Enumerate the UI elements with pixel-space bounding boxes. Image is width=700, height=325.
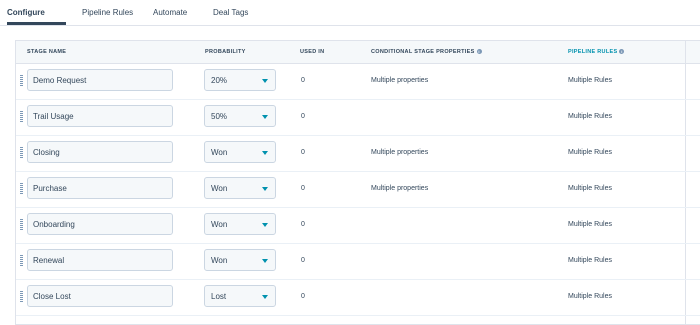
stage-name-input[interactable] [27,213,173,235]
used-in-count: 0 [301,185,305,192]
table-row: Lost 0 Multiple Rules [16,279,700,316]
pipeline-rules-link[interactable]: Multiple Rules [568,149,612,156]
table-row: Won 0 Multiple properties Multiple Rules [16,171,700,208]
pipeline-rules-link[interactable]: Multiple Rules [568,113,612,120]
conditional-properties-link[interactable]: Multiple properties [371,77,428,84]
column-header-used-in[interactable]: USED IN [300,49,324,55]
pipeline-rules-link[interactable]: Multiple Rules [568,185,612,192]
drag-handle-icon[interactable] [20,291,23,303]
table-row: Won 0 Multiple Rules [16,243,700,280]
chevron-down-icon [262,187,268,191]
chevron-down-icon [262,115,268,119]
stage-name-input[interactable] [27,105,173,127]
used-in-count: 0 [301,77,305,84]
probability-select[interactable]: Won [204,213,276,235]
table-row: Won 0 Multiple Rules [16,207,700,244]
drag-handle-icon[interactable] [20,219,23,231]
probability-value: 20% [211,76,228,85]
used-in-count: 0 [301,293,305,300]
probability-value: Won [211,256,228,265]
tab-automate[interactable]: Automate [153,8,187,17]
active-tab-indicator [7,22,66,25]
probability-value: Lost [211,292,227,301]
probability-value: Won [211,220,228,229]
drag-handle-icon[interactable] [20,75,23,87]
drag-handle-icon[interactable] [20,147,23,159]
column-header-conditional-properties[interactable]: CONDITIONAL STAGE PROPERTIES i [371,49,482,55]
probability-select[interactable]: Won [204,177,276,199]
drag-handle-icon[interactable] [20,111,23,123]
column-header-conditional-label: CONDITIONAL STAGE PROPERTIES [371,49,475,55]
used-in-count: 0 [301,149,305,156]
probability-select[interactable]: Won [204,141,276,163]
info-icon[interactable]: i [619,49,625,55]
table-row: 20% 0 Multiple properties Multiple Rules [16,63,700,100]
used-in-count: 0 [301,257,305,264]
probability-select[interactable]: 50% [204,105,276,127]
pipeline-rules-link[interactable]: Multiple Rules [568,257,612,264]
probability-value: Won [211,184,228,193]
tab-bar: Configure Pipeline Rules Automate Deal T… [0,0,700,26]
probability-value: 50% [211,112,228,121]
probability-select[interactable]: Lost [204,285,276,307]
info-icon[interactable]: i [476,49,482,55]
chevron-down-icon [262,223,268,227]
stages-table: STAGE NAME PROBABILITY USED IN CONDITION… [15,40,700,325]
column-header-pipeline-rules[interactable]: PIPELINE RULES i [568,49,625,55]
table-row: 50% 0 Multiple Rules [16,99,700,136]
tab-deal-tags[interactable]: Deal Tags [213,8,248,17]
drag-handle-icon[interactable] [20,183,23,195]
chevron-down-icon [262,295,268,299]
stage-name-input[interactable] [27,141,173,163]
tab-configure[interactable]: Configure [7,8,45,17]
pipeline-rules-link[interactable]: Multiple Rules [568,77,612,84]
used-in-count: 0 [301,113,305,120]
chevron-down-icon [262,259,268,263]
stage-name-input[interactable] [27,69,173,91]
column-header-pipeline-rules-label: PIPELINE RULES [568,49,618,55]
probability-value: Won [211,148,228,157]
used-in-count: 0 [301,221,305,228]
conditional-properties-link[interactable]: Multiple properties [371,185,428,192]
column-header-probability[interactable]: PROBABILITY [205,49,246,55]
stage-name-input[interactable] [27,285,173,307]
stage-name-input[interactable] [27,249,173,271]
table-row: Won 0 Multiple properties Multiple Rules [16,135,700,172]
chevron-down-icon [262,79,268,83]
drag-handle-icon[interactable] [20,255,23,267]
stage-name-input[interactable] [27,177,173,199]
pipeline-rules-link[interactable]: Multiple Rules [568,221,612,228]
conditional-properties-link[interactable]: Multiple properties [371,149,428,156]
probability-select[interactable]: 20% [204,69,276,91]
table-header: STAGE NAME PROBABILITY USED IN CONDITION… [16,41,700,64]
probability-select[interactable]: Won [204,249,276,271]
tab-pipeline-rules[interactable]: Pipeline Rules [82,8,133,17]
pipeline-rules-link[interactable]: Multiple Rules [568,293,612,300]
column-header-stage-name[interactable]: STAGE NAME [27,49,66,55]
chevron-down-icon [262,151,268,155]
